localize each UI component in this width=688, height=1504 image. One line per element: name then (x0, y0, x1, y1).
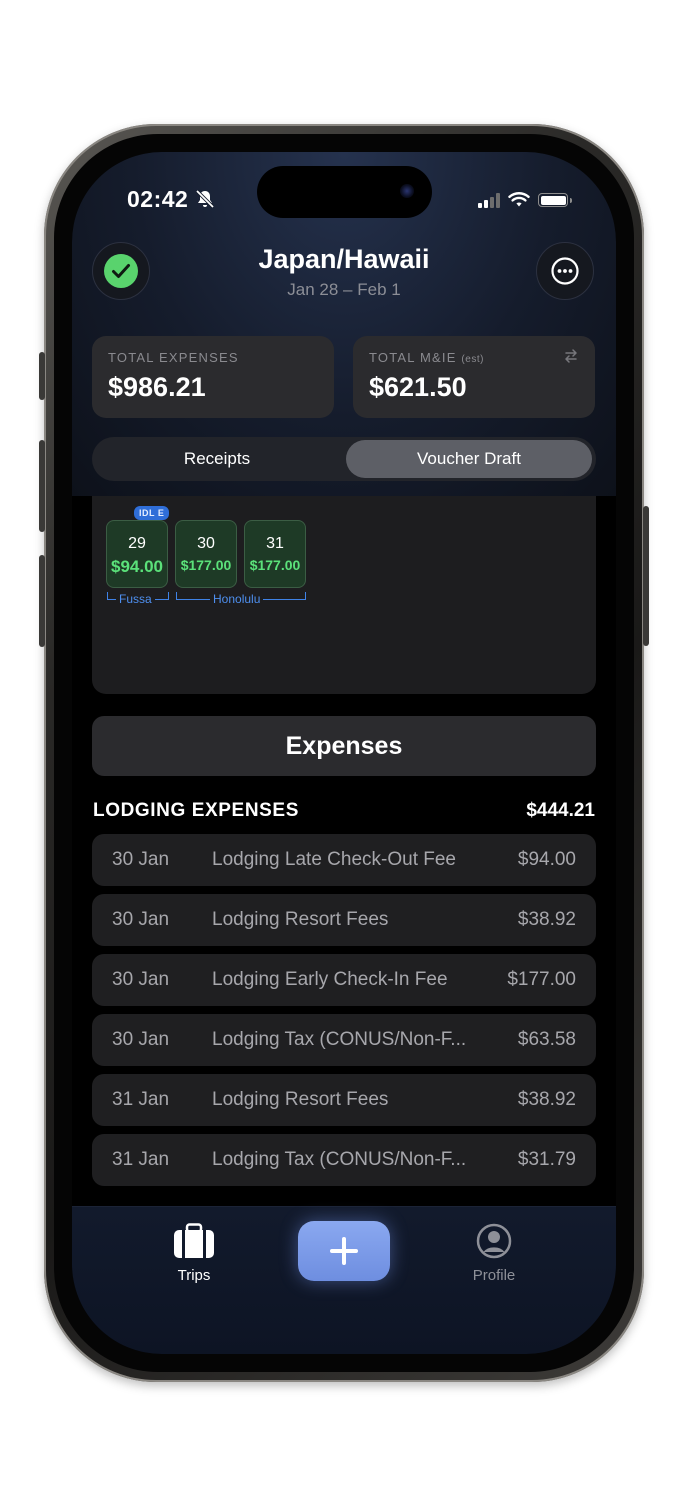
location-label-fussa: Fussa (116, 592, 155, 606)
add-expense-button[interactable] (298, 1221, 390, 1281)
total-mie-suffix: (est) (461, 354, 484, 365)
tab-receipts[interactable]: Receipts (95, 440, 339, 478)
idle-badge: IDL E (134, 506, 170, 520)
trip-dates: Jan 28 – Feb 1 (287, 280, 401, 299)
expense-date: 31 Jan (112, 1089, 170, 1110)
expense-row[interactable]: 30 Jan Lodging Early Check-In Fee $177.0… (92, 954, 596, 1006)
view-segmented-control: Receipts Voucher Draft (92, 437, 596, 481)
tab-profile-label: Profile (472, 1267, 516, 1284)
expense-row[interactable]: 31 Jan Lodging Tax (CONUS/Non-F... $31.7… (92, 1134, 596, 1186)
expense-description: Lodging Tax (CONUS/Non-F... (212, 1029, 467, 1050)
expense-date: 30 Jan (112, 969, 170, 990)
arrows-swap-icon[interactable] (563, 348, 579, 364)
calendar-day-amount: $177.00 (249, 557, 301, 573)
person-circle-icon (476, 1223, 512, 1259)
tab-trips[interactable]: Trips (149, 1223, 239, 1284)
calendar-day-31[interactable]: 31 $177.00 (244, 520, 306, 588)
location-label-honolulu: Honolulu (210, 592, 264, 606)
expense-row[interactable]: 30 Jan Lodging Tax (CONUS/Non-F... $63.5… (92, 1014, 596, 1066)
expense-date: 30 Jan (112, 909, 170, 930)
expense-amount: $63.58 (517, 1029, 576, 1050)
section-title-lodging: LODGING EXPENSES (93, 800, 299, 821)
dynamic-island (257, 166, 432, 218)
expense-amount: $31.79 (517, 1149, 576, 1170)
expenses-header: Expenses (92, 716, 596, 776)
expense-date: 30 Jan (112, 1029, 170, 1050)
calendar-day-30[interactable]: 30 $177.00 (175, 520, 237, 588)
calendar-day-number: 29 (128, 535, 146, 552)
expense-description: Lodging Resort Fees (212, 909, 389, 930)
battery-icon (538, 193, 572, 207)
ellipsis-circle-icon (551, 257, 579, 285)
volume-up-button (39, 440, 45, 532)
voucher-calendar-panel: IDL E 29 $94.00 30 $177.00 31 $177.00 Fu… (92, 496, 596, 694)
screen: 02:42 Japan/Hawaii Jan 28 – Feb 1 TOTAL … (72, 152, 616, 1354)
expense-amount: $177.00 (507, 969, 576, 990)
expense-description: Lodging Late Check-Out Fee (212, 849, 456, 870)
status-indicators (478, 192, 572, 208)
tab-trips-label: Trips (177, 1267, 211, 1284)
section-total-lodging: $444.21 (526, 800, 595, 821)
suitcase-icon (174, 1223, 214, 1258)
calendar-day-29[interactable]: 29 $94.00 (106, 520, 168, 588)
total-mie-value: $621.50 (369, 372, 467, 402)
total-mie-label-row: TOTAL M&IE (est) (369, 350, 484, 365)
wifi-icon (508, 192, 530, 207)
expense-row[interactable]: 31 Jan Lodging Resort Fees $38.92 (92, 1074, 596, 1126)
total-expenses-card: TOTAL EXPENSES $986.21 (92, 336, 334, 418)
expense-row[interactable]: 30 Jan Lodging Resort Fees $38.92 (92, 894, 596, 946)
expense-date: 31 Jan (112, 1149, 170, 1170)
total-mie-card[interactable]: TOTAL M&IE (est) $621.50 (353, 336, 595, 418)
action-button (39, 352, 45, 400)
expense-amount: $94.00 (517, 849, 576, 870)
calendar-day-number: 31 (266, 535, 284, 552)
expense-date: 30 Jan (112, 849, 170, 870)
expense-description: Lodging Tax (CONUS/Non-F... (212, 1149, 467, 1170)
camera-icon (400, 184, 414, 198)
trip-title: Japan/Hawaii (258, 244, 430, 274)
expense-amount: $38.92 (517, 909, 576, 930)
plus-icon (330, 1237, 358, 1265)
tab-bar: Trips Profile (72, 1206, 616, 1354)
bell-slash-icon (195, 189, 215, 209)
expense-amount: $38.92 (517, 1089, 576, 1110)
cellular-signal-icon (478, 192, 500, 208)
tab-profile[interactable]: Profile (449, 1223, 539, 1284)
tab-voucher-draft[interactable]: Voucher Draft (346, 440, 592, 478)
total-expenses-value: $986.21 (108, 372, 206, 402)
more-options-button[interactable] (536, 242, 594, 300)
power-button (643, 506, 649, 646)
calendar-day-amount: $94.00 (111, 557, 163, 576)
calendar-day-amount: $177.00 (180, 557, 232, 573)
status-time: 02:42 (127, 186, 189, 212)
total-expenses-label: TOTAL EXPENSES (108, 350, 239, 365)
calendar-day-number: 30 (197, 535, 215, 552)
expense-row[interactable]: 30 Jan Lodging Late Check-Out Fee $94.00 (92, 834, 596, 886)
volume-down-button (39, 555, 45, 647)
expense-description: Lodging Early Check-In Fee (212, 969, 448, 990)
expense-description: Lodging Resort Fees (212, 1089, 389, 1110)
total-mie-label: TOTAL M&IE (369, 350, 457, 365)
